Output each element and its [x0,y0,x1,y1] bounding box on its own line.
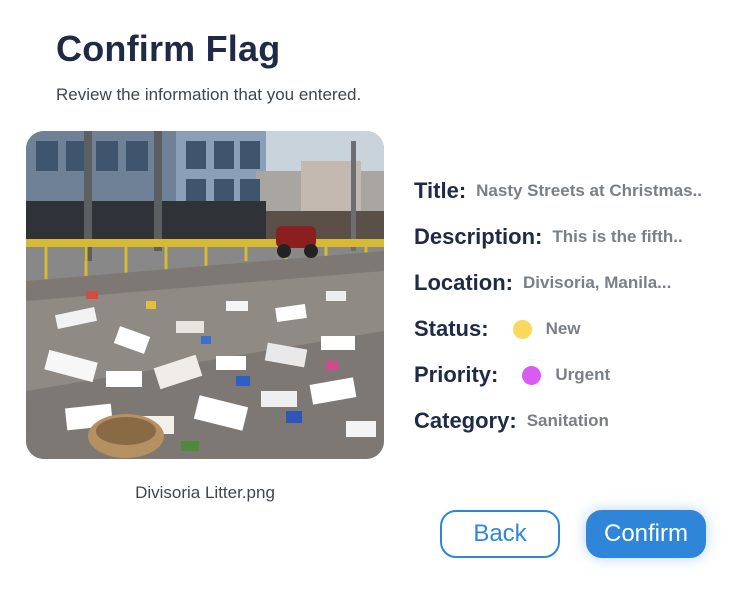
page-subtitle: Review the information that you entered. [56,85,362,104]
detail-row-category: Category: Sanitation [414,398,729,444]
detail-row-location: Location: Divisoria, Manila... [414,260,729,306]
status-label: Status: [414,316,489,341]
image-filename: Divisoria Litter.png [135,483,275,502]
category-value: Sanitation [526,411,609,430]
priority-value: Urgent [555,365,611,384]
title-label: Title: [414,178,467,203]
street-litter-image [26,131,384,459]
detail-row-description: Description: This is the fifth.. [414,214,729,260]
location-label: Location: [414,270,513,295]
detail-row-status: Status: New [414,306,729,352]
flag-details: Title: Nasty Streets at Christmas.. Desc… [414,168,729,444]
confirm-flag-page: Confirm Flag Review the information that… [0,0,732,597]
title-value: Nasty Streets at Christmas.. [476,181,702,200]
status-dot-icon [512,319,532,339]
location-value: Divisoria, Manila... [523,273,672,292]
description-value: This is the fifth.. [552,227,683,246]
status-value: New [545,319,581,338]
category-label: Category: [414,408,517,433]
confirm-button[interactable]: Confirm [586,510,706,558]
flag-photo [26,131,384,459]
page-title: Confirm Flag [56,28,281,69]
detail-row-title: Title: Nasty Streets at Christmas.. [414,168,729,214]
priority-dot-icon [522,365,542,385]
detail-row-priority: Priority: Urgent [414,352,729,398]
description-label: Description: [414,224,543,249]
back-button[interactable]: Back [440,510,560,558]
priority-label: Priority: [414,362,499,387]
